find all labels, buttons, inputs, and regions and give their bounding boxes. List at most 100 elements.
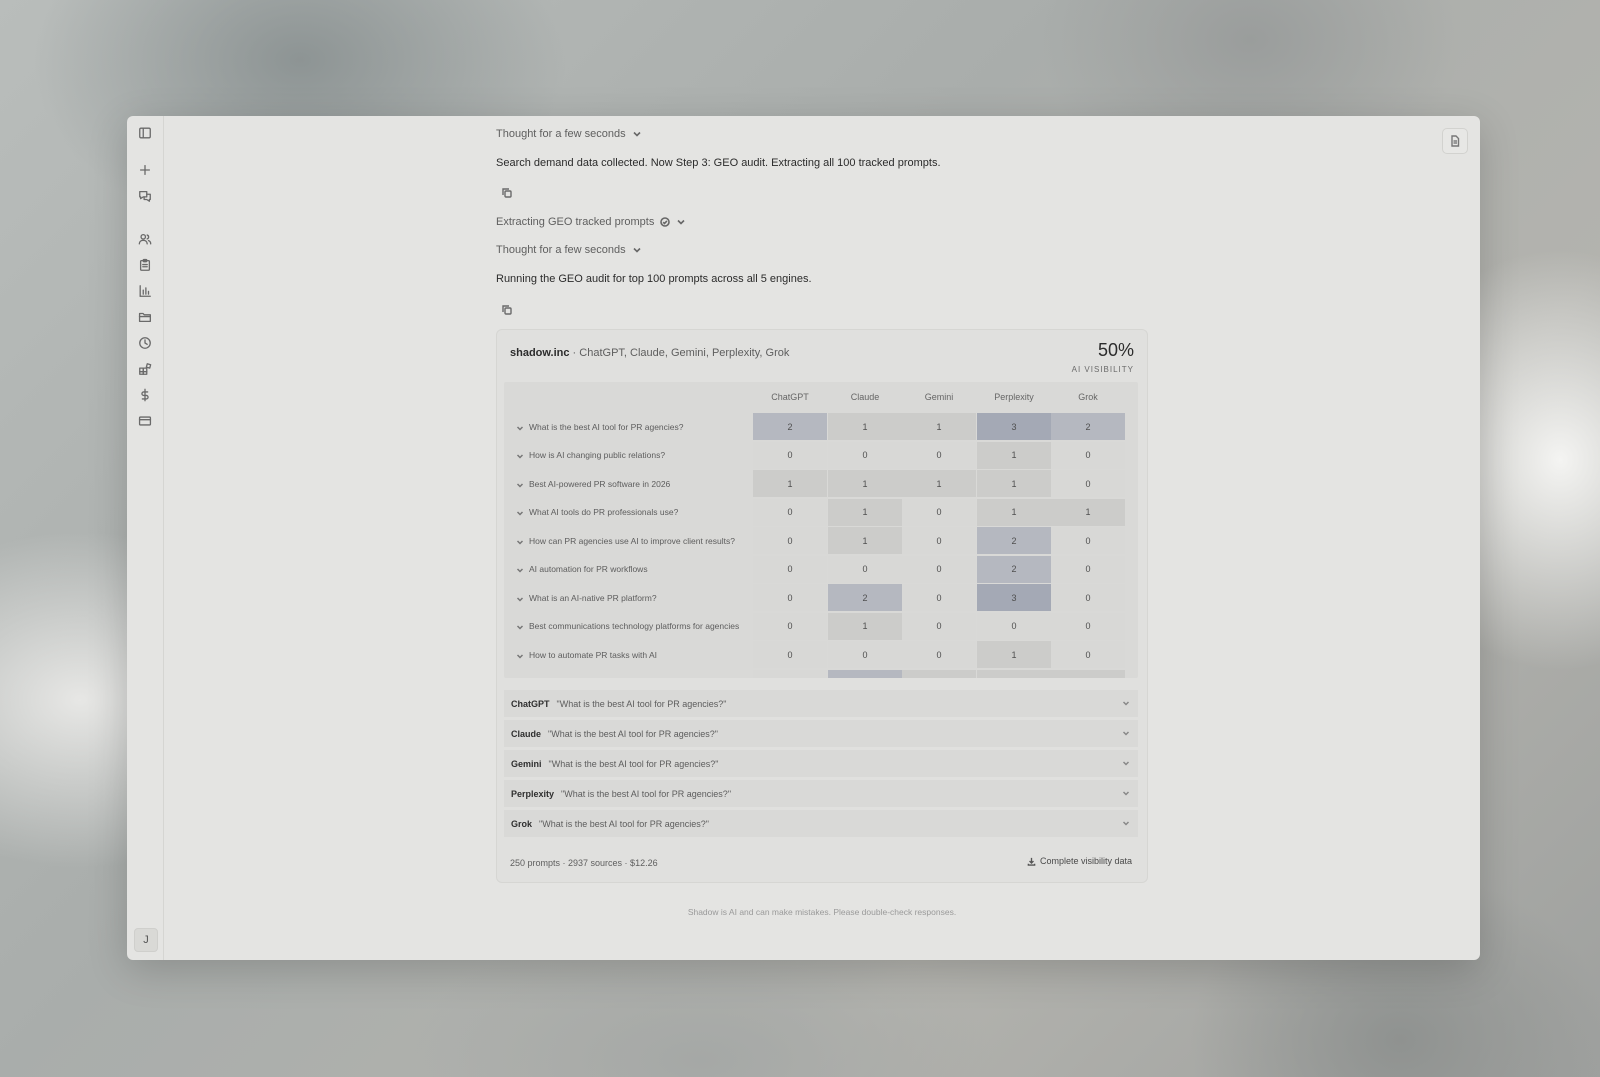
- copy-icon[interactable]: [502, 302, 514, 315]
- chevron-down-icon: [677, 219, 685, 225]
- matrix-cell-perplexity: 1: [977, 441, 1051, 469]
- matrix-cell-chatgpt: 0: [753, 612, 827, 640]
- chevron-down-icon: [1122, 759, 1130, 767]
- matrix-cell-chatgpt: 0: [753, 641, 827, 668]
- engine-response-grok[interactable]: Grok "What is the best AI tool for PR age…: [504, 810, 1138, 837]
- matrix-cell-gemini: 0: [902, 527, 976, 554]
- matrix-cell-partial: [977, 669, 1051, 678]
- matrix-cell-chatgpt: 0: [753, 555, 827, 583]
- chevron-down-icon: [516, 651, 524, 659]
- prompt-row-toggle[interactable]: AI automation for PR workflows: [516, 556, 756, 583]
- matrix-cell-gemini: 0: [902, 612, 976, 640]
- thought-toggle[interactable]: Thought for a few seconds: [496, 244, 642, 256]
- matrix-cell-partial: [1051, 669, 1125, 678]
- column-header-gemini: Gemini: [924, 392, 954, 402]
- matrix-cell-perplexity: 1: [977, 641, 1051, 668]
- clipboard-icon[interactable]: [137, 257, 153, 273]
- engine-name: Grok: [511, 818, 533, 829]
- check-circle-icon: [660, 217, 671, 227]
- people-icon[interactable]: [137, 231, 153, 247]
- matrix-cell-claude: 0: [828, 641, 902, 668]
- matrix-cell-perplexity: 3: [977, 413, 1051, 440]
- prompt-row-toggle[interactable]: What AI tools do PR professionals use?: [516, 499, 756, 526]
- download-button[interactable]: Complete visibility data: [1027, 856, 1132, 866]
- bar-chart-icon[interactable]: [137, 283, 153, 299]
- prompt-row-toggle[interactable]: What is an AI-native PR platform?: [516, 584, 756, 611]
- avatar[interactable]: J: [134, 928, 158, 952]
- matrix-cell-perplexity: 0: [977, 612, 1051, 640]
- matrix-cell-perplexity: 2: [977, 555, 1051, 583]
- matrix-cell-gemini: 1: [902, 470, 976, 497]
- column-header-grok: Grok: [1078, 392, 1098, 402]
- engine-query: "What is the best AI tool for PR agencie…: [539, 818, 709, 829]
- engine-response-claude[interactable]: Claude "What is the best AI tool for PR a…: [504, 720, 1138, 747]
- download-icon: [1027, 857, 1036, 866]
- tool-step-toggle[interactable]: Extracting GEO tracked prompts: [496, 216, 686, 228]
- thought-toggle[interactable]: Thought for a few seconds: [496, 128, 642, 140]
- matrix-cell-chatgpt: 0: [753, 498, 827, 526]
- chevron-down-icon: [633, 247, 641, 253]
- matrix-cell-claude: 1: [828, 413, 902, 440]
- geo-audit-card: shadow.inc · ChatGPT, Claude, Gemini, Pe…: [496, 329, 1148, 883]
- matrix-cell-chatgpt: 0: [753, 584, 827, 611]
- prompt-row-toggle[interactable]: How to automate PR tasks with AI: [516, 641, 756, 668]
- matrix-cell-perplexity: 1: [977, 498, 1051, 526]
- prompt-row-toggle[interactable]: Best AI-powered PR software in 2026: [516, 470, 756, 497]
- thought-label: Thought for a few seconds: [496, 128, 626, 140]
- chevron-down-icon: [1122, 819, 1130, 827]
- prompt-text: What AI tools do PR professionals use?: [529, 507, 679, 517]
- matrix-cell-gemini: 0: [902, 441, 976, 469]
- sidebar: J: [127, 116, 164, 960]
- panel-toggle-icon[interactable]: [137, 125, 153, 141]
- prompt-row-toggle[interactable]: How is AI changing public relations?: [516, 442, 756, 469]
- matrix-cell-grok: 0: [1051, 555, 1125, 583]
- engines-list: · ChatGPT, Claude, Gemini, Perplexity, G…: [569, 347, 790, 359]
- matrix-cell-claude: 0: [828, 555, 902, 583]
- apps-icon[interactable]: [137, 361, 153, 377]
- document-button[interactable]: [1442, 128, 1468, 154]
- prompt-row-toggle[interactable]: What is the best AI tool for PR agencies…: [516, 413, 756, 440]
- engine-response-chatgpt[interactable]: ChatGPT "What is the best AI tool for PR …: [504, 690, 1138, 717]
- download-label: Complete visibility data: [1039, 856, 1132, 866]
- matrix-cell-grok: 0: [1051, 470, 1125, 497]
- prompt-text: How is AI changing public relations?: [529, 450, 666, 460]
- dollar-icon[interactable]: [137, 387, 153, 403]
- visibility-matrix: ChatGPT Claude Gemini Perplexity Grok What is…: [504, 382, 1138, 678]
- matrix-cell-claude: 1: [828, 498, 902, 526]
- matrix-cell-grok: 0: [1051, 527, 1125, 554]
- prompt-text: What is an AI-native PR platform?: [529, 592, 657, 603]
- matrix-cell-grok: 1: [1051, 498, 1125, 526]
- matrix-cell-claude: 1: [828, 612, 902, 640]
- column-header-chatgpt: ChatGPT: [771, 392, 809, 402]
- prompt-text: AI automation for PR workflows: [529, 564, 648, 574]
- engine-name: ChatGPT: [511, 698, 550, 709]
- chevron-down-icon: [516, 451, 524, 459]
- matrix-cell-chatgpt: 1: [753, 470, 827, 497]
- matrix-cell-chatgpt: 2: [753, 413, 827, 440]
- engine-response-gemini[interactable]: Gemini "What is the best AI tool for PR a…: [504, 750, 1138, 777]
- matrix-cell-grok: 0: [1051, 641, 1125, 668]
- card-header: shadow.inc · ChatGPT, Claude, Gemini, Pe…: [510, 347, 789, 359]
- prompt-row-toggle[interactable]: Best communications technology platforms…: [516, 613, 756, 640]
- clock-icon[interactable]: [137, 335, 153, 351]
- matrix-cell-gemini: 0: [902, 584, 976, 611]
- column-header-perplexity: Perplexity: [994, 392, 1034, 402]
- chevron-down-icon: [1122, 699, 1130, 707]
- matrix-cell-partial: [753, 669, 827, 678]
- engine-query: "What is the best AI tool for PR agencie…: [561, 788, 732, 799]
- matrix-cell-claude: 1: [828, 527, 902, 554]
- engine-response-perplexity[interactable]: Perplexity "What is the best AI tool for …: [504, 780, 1138, 807]
- visibility-label: AI VISIBILITY: [1071, 365, 1134, 374]
- new-chat-icon[interactable]: [137, 162, 153, 178]
- assistant-message: Running the GEO audit for top 100 prompt…: [496, 273, 812, 285]
- prompt-text: Best AI-powered PR software in 2026: [529, 478, 671, 489]
- card-icon[interactable]: [137, 413, 153, 429]
- folder-icon[interactable]: [137, 309, 153, 325]
- chats-icon[interactable]: [137, 188, 153, 204]
- copy-icon[interactable]: [502, 185, 514, 198]
- matrix-cell-claude: 2: [828, 584, 902, 611]
- prompt-row-toggle[interactable]: How can PR agencies use AI to improve cl…: [516, 527, 756, 554]
- matrix-cell-chatgpt: 0: [753, 441, 827, 469]
- matrix-cell-claude: 1: [828, 470, 902, 497]
- matrix-cell-partial: [902, 669, 976, 678]
